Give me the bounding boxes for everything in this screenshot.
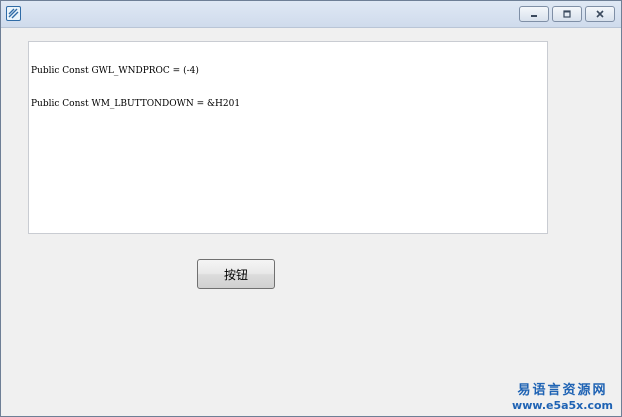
- maximize-icon: [563, 10, 571, 18]
- code-editbox[interactable]: Public Const GWL_WNDPROC = (-4) Public C…: [28, 41, 548, 234]
- code-line: Public Const WM_LBUTTONDOWN = &H201: [31, 99, 241, 109]
- maximize-button[interactable]: [552, 6, 582, 22]
- watermark-title: 易语言资源网: [517, 383, 608, 398]
- client-area: Public Const GWL_WNDPROC = (-4) Public C…: [1, 28, 621, 416]
- watermark-logo: 易语言资源网 www.e5a5x.com: [512, 383, 613, 412]
- main-window: Public Const GWL_WNDPROC = (-4) Public C…: [0, 0, 622, 417]
- minimize-button[interactable]: [519, 6, 549, 22]
- window-controls: [519, 6, 615, 22]
- app-icon[interactable]: [6, 6, 21, 21]
- minimize-icon: [531, 15, 537, 17]
- close-icon: [596, 10, 604, 18]
- title-bar[interactable]: [1, 1, 621, 28]
- action-button[interactable]: 按钮: [197, 259, 275, 289]
- watermark-url: www.e5a5x.com: [512, 399, 613, 412]
- code-line: Public Const GWL_WNDPROC = (-4): [31, 66, 199, 76]
- close-button[interactable]: [585, 6, 615, 22]
